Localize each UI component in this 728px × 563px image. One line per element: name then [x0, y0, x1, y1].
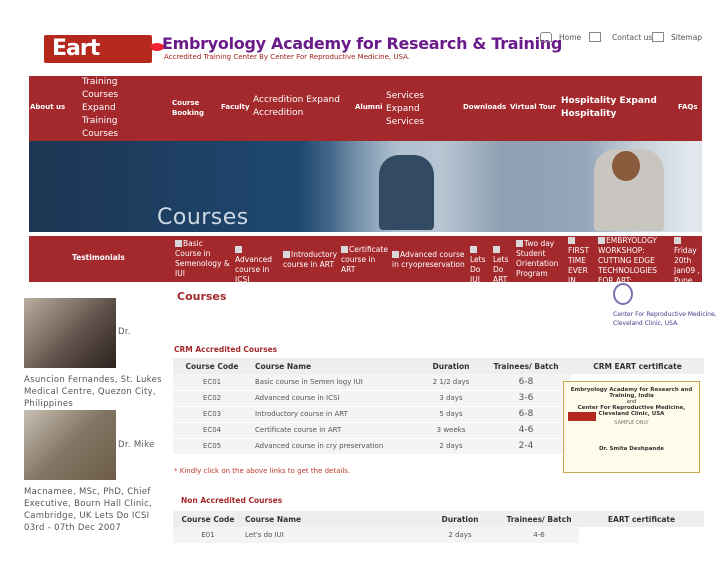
arrow-icon	[674, 237, 681, 244]
nav-about[interactable]: About us	[30, 103, 65, 111]
ccf-logo: Center For Reproductive Medicine, Clevel…	[613, 283, 717, 333]
nav-downloads[interactable]: Downloads	[463, 103, 506, 111]
table-row[interactable]: E01 Let's do IUI 2 days 4-6	[173, 527, 704, 544]
nav-services[interactable]: Services Expand Services	[386, 90, 434, 129]
submenu-item-introductory-art[interactable]: Introductory course in ART	[283, 250, 339, 270]
testimonial-photo-2	[24, 410, 116, 480]
table-header-row: Course Code Course Name Duration Trainee…	[173, 511, 704, 527]
nav-alumni[interactable]: Alumni	[355, 103, 382, 111]
nav-virtual-tour[interactable]: Virtual Tour	[510, 103, 556, 111]
logo[interactable]: Eart	[44, 35, 152, 63]
logo-text: Eart	[52, 36, 100, 61]
arrow-icon	[470, 246, 477, 253]
submenu-item-student-orientation[interactable]: Two day Student Orientation Program	[516, 239, 564, 279]
home-link[interactable]: Home	[540, 30, 581, 44]
non-accredited-label: Non Accredited Courses	[181, 496, 283, 505]
testimonial-photo-1	[24, 298, 116, 368]
arrow-icon	[392, 251, 399, 258]
crm-accredited-label: CRM Accredited Courses	[174, 345, 278, 354]
banner-title: Courses	[157, 205, 249, 230]
arrow-icon	[283, 251, 290, 258]
arrow-icon	[175, 240, 182, 247]
non-accredited-table: Course Code Course Name Duration Trainee…	[173, 511, 704, 544]
sample-certificate-image: Embryology Academy for Research and Trai…	[563, 381, 700, 473]
testimonial-2-text[interactable]: Macnamee, MSc, PhD, Chief Executive, Bou…	[24, 486, 172, 534]
courses-title: Courses	[177, 290, 227, 303]
submenu-item-basic-course[interactable]: Basic Course in Semenology & IUI	[175, 239, 231, 279]
submenu-item-lets-do-art[interactable]: Lets Do ART	[493, 245, 515, 285]
mail-icon	[589, 32, 601, 42]
arrow-icon	[235, 246, 242, 253]
details-note: * Kindly click on the above links to get…	[174, 467, 351, 475]
testimonial-1-name: Dr.	[118, 327, 131, 337]
testimonial-2-name: Dr. Mike	[118, 440, 155, 450]
site-subtitle: Accredited Training Center By Center For…	[164, 53, 410, 61]
arrow-icon	[516, 240, 523, 247]
nav-faculty[interactable]: Faculty	[221, 103, 250, 111]
site-title: Embryology Academy for Research & Traini…	[162, 34, 563, 53]
contact-link[interactable]: Contact us	[589, 30, 652, 44]
testimonials-heading: Testimonials	[72, 253, 125, 262]
submenu-item-workshop[interactable]: EMBRYOLOGY WORKSHOP: CUTTING EDGE TECHNO…	[598, 236, 672, 286]
submenu-item-advanced-icsi[interactable]: Advanced course in ICSI	[235, 245, 279, 285]
home-icon	[540, 32, 552, 42]
sitemap-icon	[652, 32, 664, 42]
nav-faqs[interactable]: FAQs	[678, 103, 698, 111]
nav-hospitality[interactable]: Hospitality Expand Hospitality	[561, 95, 671, 121]
testimonial-1-text[interactable]: Asuncion Fernandes, St. Lukes Medical Ce…	[24, 374, 164, 410]
submenu-item-lets-do-iui[interactable]: Lets Do IUI	[470, 245, 492, 285]
nav-accreditation[interactable]: Accredition Expand Accredition	[253, 94, 353, 120]
submenu-item-cryopreservation[interactable]: Advanced course in cryopreservation	[392, 250, 468, 270]
eart-logo-small	[568, 412, 596, 421]
arrow-icon	[341, 246, 348, 253]
banner-image	[29, 141, 702, 232]
nav-course-booking-1[interactable]: Course	[172, 99, 199, 107]
arrow-icon	[493, 246, 500, 253]
nav-training-courses[interactable]: Training Courses Expand Training Courses	[82, 76, 126, 141]
ccf-seal-icon	[613, 283, 633, 305]
submenu-item-first-time[interactable]: FIRST TIME EVER IN INDIA	[568, 236, 596, 296]
submenu-item-certificate-art[interactable]: Certificate course in ART	[341, 245, 389, 275]
table-header-row: Course Code Course Name Duration Trainee…	[173, 358, 704, 374]
arrow-icon	[568, 237, 575, 244]
sitemap-link[interactable]: Sitemap	[652, 30, 702, 44]
nav-course-booking-2[interactable]: Booking	[172, 109, 204, 117]
main-nav: About us Training Courses Expand Trainin…	[29, 76, 702, 141]
arrow-icon	[598, 237, 605, 244]
